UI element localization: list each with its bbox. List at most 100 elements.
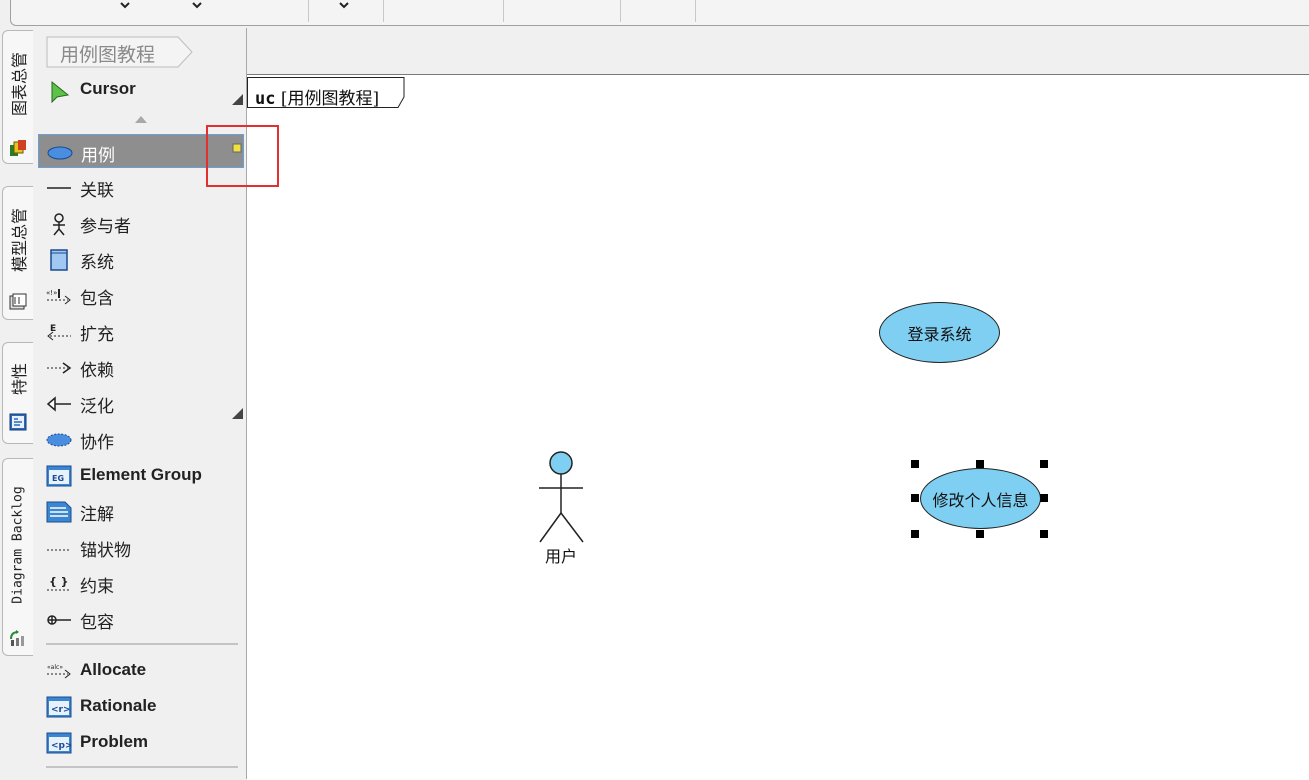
tool-collaboration[interactable]: 协作 <box>38 422 244 456</box>
tool-allocate[interactable]: «alc» Allocate <box>38 653 244 687</box>
cursor-icon <box>51 80 70 103</box>
anchor-icon <box>47 549 71 551</box>
tool-label: 参与者 <box>80 217 131 237</box>
tool-label: 泛化 <box>80 397 114 417</box>
diagram-navigator-icon <box>10 140 26 156</box>
problem-icon: <p> <box>46 732 72 754</box>
tab-property[interactable]: 特性 <box>2 342 33 444</box>
tool-label: 锚状物 <box>80 541 131 561</box>
tool-anchor[interactable]: 锚状物 <box>38 530 244 564</box>
frame-title: uc [用例图教程] <box>255 84 379 109</box>
tool-system[interactable]: 系统 <box>38 242 244 276</box>
chevron-down-icon[interactable] <box>190 0 204 12</box>
expand-triangle-icon[interactable] <box>232 408 243 419</box>
chevron-down-icon[interactable] <box>118 0 132 12</box>
tab-label: 图表总管 <box>10 51 29 116</box>
toolbar-separator <box>383 0 384 22</box>
toolbar-separator <box>620 0 621 22</box>
allocate-icon: «alc» <box>47 664 71 679</box>
tool-dependency[interactable]: 依赖 <box>38 350 244 384</box>
tab-label: Diagram Backlog <box>10 486 26 604</box>
resize-handle[interactable] <box>911 460 919 468</box>
tool-note[interactable]: 注解 <box>38 494 244 528</box>
cursor-tool[interactable]: Cursor <box>38 72 244 106</box>
tool-problem[interactable]: <p> Problem <box>38 725 244 759</box>
toolbar-separator <box>308 0 309 22</box>
tool-label: 包容 <box>80 613 114 633</box>
tab-diagram-backlog[interactable]: Diagram Backlog <box>2 458 33 656</box>
extend-icon: E <box>47 324 71 341</box>
use-case-edit-profile[interactable]: 修改个人信息 <box>920 468 1041 529</box>
tab-label: 特性 <box>10 362 29 396</box>
model-explorer-icon <box>9 293 27 310</box>
resize-handle[interactable] <box>1040 530 1048 538</box>
association-icon <box>47 187 71 189</box>
use-case-icon <box>47 146 73 160</box>
tool-label: 系统 <box>80 253 114 273</box>
toolbar-separator <box>503 0 504 22</box>
tool-label: Allocate <box>80 660 147 679</box>
tool-element-group[interactable]: EG Element Group <box>38 458 244 492</box>
tool-actor[interactable]: 参与者 <box>38 206 244 240</box>
resize-handle[interactable] <box>976 530 984 538</box>
actor-label: 用户 <box>545 547 578 566</box>
toolbar-separator <box>695 0 696 22</box>
resize-handle[interactable] <box>1040 460 1048 468</box>
svg-text:{ }: { } <box>49 575 69 588</box>
system-icon <box>50 249 68 271</box>
tool-label: 约束 <box>80 577 114 597</box>
tool-label: 依赖 <box>80 361 114 381</box>
use-case-login[interactable]: 登录系统 <box>879 302 1000 363</box>
tool-label: 用例 <box>81 146 115 166</box>
dependency-icon <box>47 362 72 374</box>
diagram-backlog-icon <box>10 630 24 646</box>
tool-generalization[interactable]: 泛化 <box>38 386 244 420</box>
toolbar-container <box>10 0 1309 26</box>
rationale-icon: <r> <box>46 696 72 718</box>
actor-icon <box>53 213 65 236</box>
svg-text:«!»: «!» <box>46 289 57 297</box>
scroll-up-icon[interactable] <box>134 114 148 124</box>
highlight-box <box>206 125 279 187</box>
actor-figure[interactable] <box>537 451 587 543</box>
tool-label: 扩充 <box>80 325 114 345</box>
tab-model-explorer[interactable]: 模型总管 <box>2 186 33 320</box>
tool-label: 包含 <box>80 289 114 309</box>
palette-divider <box>46 766 238 768</box>
constraint-icon: { } <box>47 575 71 591</box>
tool-include[interactable]: «!» 包含 <box>38 278 244 312</box>
svg-text:<p>: <p> <box>51 741 72 751</box>
tool-label: Element Group <box>80 465 202 484</box>
svg-text:«alc»: «alc» <box>47 664 63 671</box>
tool-constraint[interactable]: { } 约束 <box>38 566 244 600</box>
breadcrumb-label: 用例图教程 <box>60 44 156 66</box>
tool-containment[interactable]: 包容 <box>38 602 244 636</box>
generalization-icon <box>46 396 71 412</box>
tab-diagram-navigator[interactable]: 图表总管 <box>2 30 33 164</box>
resize-handle[interactable] <box>976 460 984 468</box>
cursor-label: Cursor <box>80 79 136 98</box>
side-tab-bar: 图表总管 模型总管 特性 Diagram Backlog <box>0 28 34 779</box>
include-icon: «!» <box>46 289 71 305</box>
tool-label: 注解 <box>80 505 114 525</box>
tool-rationale[interactable]: <r> Rationale <box>38 689 244 723</box>
use-case-label: 登录系统 <box>907 324 972 344</box>
svg-text:EG: EG <box>52 474 64 483</box>
tool-extend[interactable]: E 扩充 <box>38 314 244 348</box>
toolbar <box>0 0 1309 28</box>
collaboration-icon <box>46 433 72 447</box>
tool-label: Rationale <box>80 696 157 715</box>
palette-divider <box>46 643 238 645</box>
tool-label: 协作 <box>80 433 114 453</box>
resize-handle[interactable] <box>911 494 919 502</box>
use-case-label[interactable]: 修改个人信息 <box>921 487 1040 511</box>
note-icon <box>46 501 72 523</box>
diagram-canvas[interactable]: uc [用例图教程] 登录系统 修改个人信息 用户 <box>247 74 1309 780</box>
resize-handle[interactable] <box>911 530 919 538</box>
expand-triangle-icon[interactable] <box>232 94 243 105</box>
svg-text:<r>: <r> <box>51 705 71 715</box>
frame-name: [用例图教程] <box>280 89 380 109</box>
chevron-down-icon[interactable] <box>337 0 351 12</box>
resize-handle[interactable] <box>1040 494 1048 502</box>
frame-kind: uc <box>255 89 276 109</box>
